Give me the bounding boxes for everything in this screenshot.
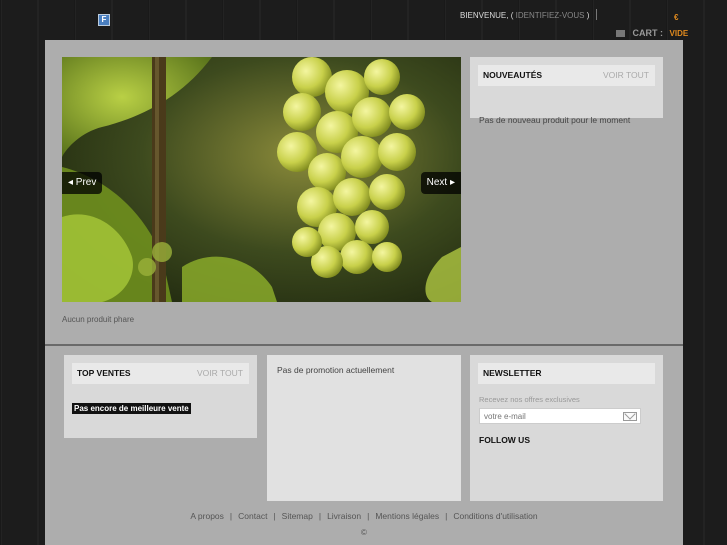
footer-separator: |	[229, 511, 233, 521]
hero-slider: ◂ Prev Next ▸	[62, 57, 461, 302]
newsletter-box: NEWSLETTER Recevez nos offres exclusives…	[470, 355, 663, 501]
copyright: ©	[361, 528, 367, 537]
section-divider	[45, 344, 683, 346]
welcome-text: BIENVENUE, ( IDENTIFIEZ-VOUS )	[460, 11, 589, 20]
login-link[interactable]: IDENTIFIEZ-VOUS	[516, 11, 585, 20]
welcome-label: BIENVENUE,	[460, 11, 509, 20]
top-ventes-empty-text: Pas encore de meilleure vente	[72, 403, 191, 414]
footer-link-delivery[interactable]: Livraison	[327, 511, 361, 521]
top-bar: F BIENVENUE, ( IDENTIFIEZ-VOUS ) € CART …	[0, 0, 727, 40]
main-panel: ◂ Prev Next ▸ Aucun produit phare NOUVEA…	[45, 40, 683, 545]
login-close: )	[586, 11, 590, 20]
flag-icon[interactable]: F	[98, 14, 110, 26]
top-ventes-box: TOP VENTES VOIR TOUT Pas encore de meill…	[64, 355, 257, 438]
cart-icon	[616, 30, 625, 38]
footer-separator: |	[367, 511, 370, 521]
grapes-image	[62, 57, 461, 302]
newsletter-email-input[interactable]	[479, 408, 641, 424]
footer-link-contact[interactable]: Contact	[238, 511, 267, 521]
promo-empty-text: Pas de promotion actuellement	[277, 365, 395, 375]
promo-box: Pas de promotion actuellement	[267, 355, 461, 501]
envelope-icon[interactable]	[623, 412, 637, 421]
featured-empty-text: Aucun produit phare	[62, 315, 135, 324]
top-ventes-header: TOP VENTES VOIR TOUT	[72, 363, 249, 384]
cart-label: CART :	[632, 28, 664, 38]
footer-link-about[interactable]: A propos	[190, 511, 224, 521]
header-divider	[596, 9, 597, 20]
footer-separator: |	[273, 511, 276, 521]
nouveautes-header: NOUVEAUTÉS VOIR TOUT	[478, 65, 655, 86]
nouveautes-see-all-link[interactable]: VOIR TOUT	[603, 65, 649, 86]
footer-separator: |	[318, 511, 322, 521]
newsletter-title: NEWSLETTER	[483, 368, 542, 378]
footer-links: A propos | Contact | Sitemap | Livraison | Menti…	[45, 511, 683, 521]
newsletter-header: NEWSLETTER	[478, 363, 655, 384]
top-ventes-title: TOP VENTES	[77, 368, 131, 378]
top-ventes-see-all-link[interactable]: VOIR TOUT	[197, 363, 243, 384]
currency-selector[interactable]: €	[674, 13, 678, 22]
slider-prev-button[interactable]: ◂ Prev	[62, 172, 103, 194]
cart-status: VIDE	[669, 29, 689, 38]
footer-separator: |	[445, 511, 448, 521]
footer-link-terms[interactable]: Conditions d'utilisation	[453, 511, 537, 521]
footer-link-legal[interactable]: Mentions légales	[375, 511, 439, 521]
footer-link-sitemap[interactable]: Sitemap	[282, 511, 313, 521]
nouveautes-empty-text: Pas de nouveau produit pour le moment	[479, 115, 631, 125]
cart-summary[interactable]: CART : VIDE	[616, 28, 688, 38]
follow-us-heading: FOLLOW US	[479, 435, 530, 445]
newsletter-subtitle: Recevez nos offres exclusives	[479, 395, 580, 404]
nouveautes-title: NOUVEAUTÉS	[483, 70, 543, 80]
nouveautes-box: NOUVEAUTÉS VOIR TOUT Pas de nouveau prod…	[470, 57, 663, 125]
slider-next-button[interactable]: Next ▸	[420, 172, 461, 194]
login-open: (	[510, 11, 514, 20]
